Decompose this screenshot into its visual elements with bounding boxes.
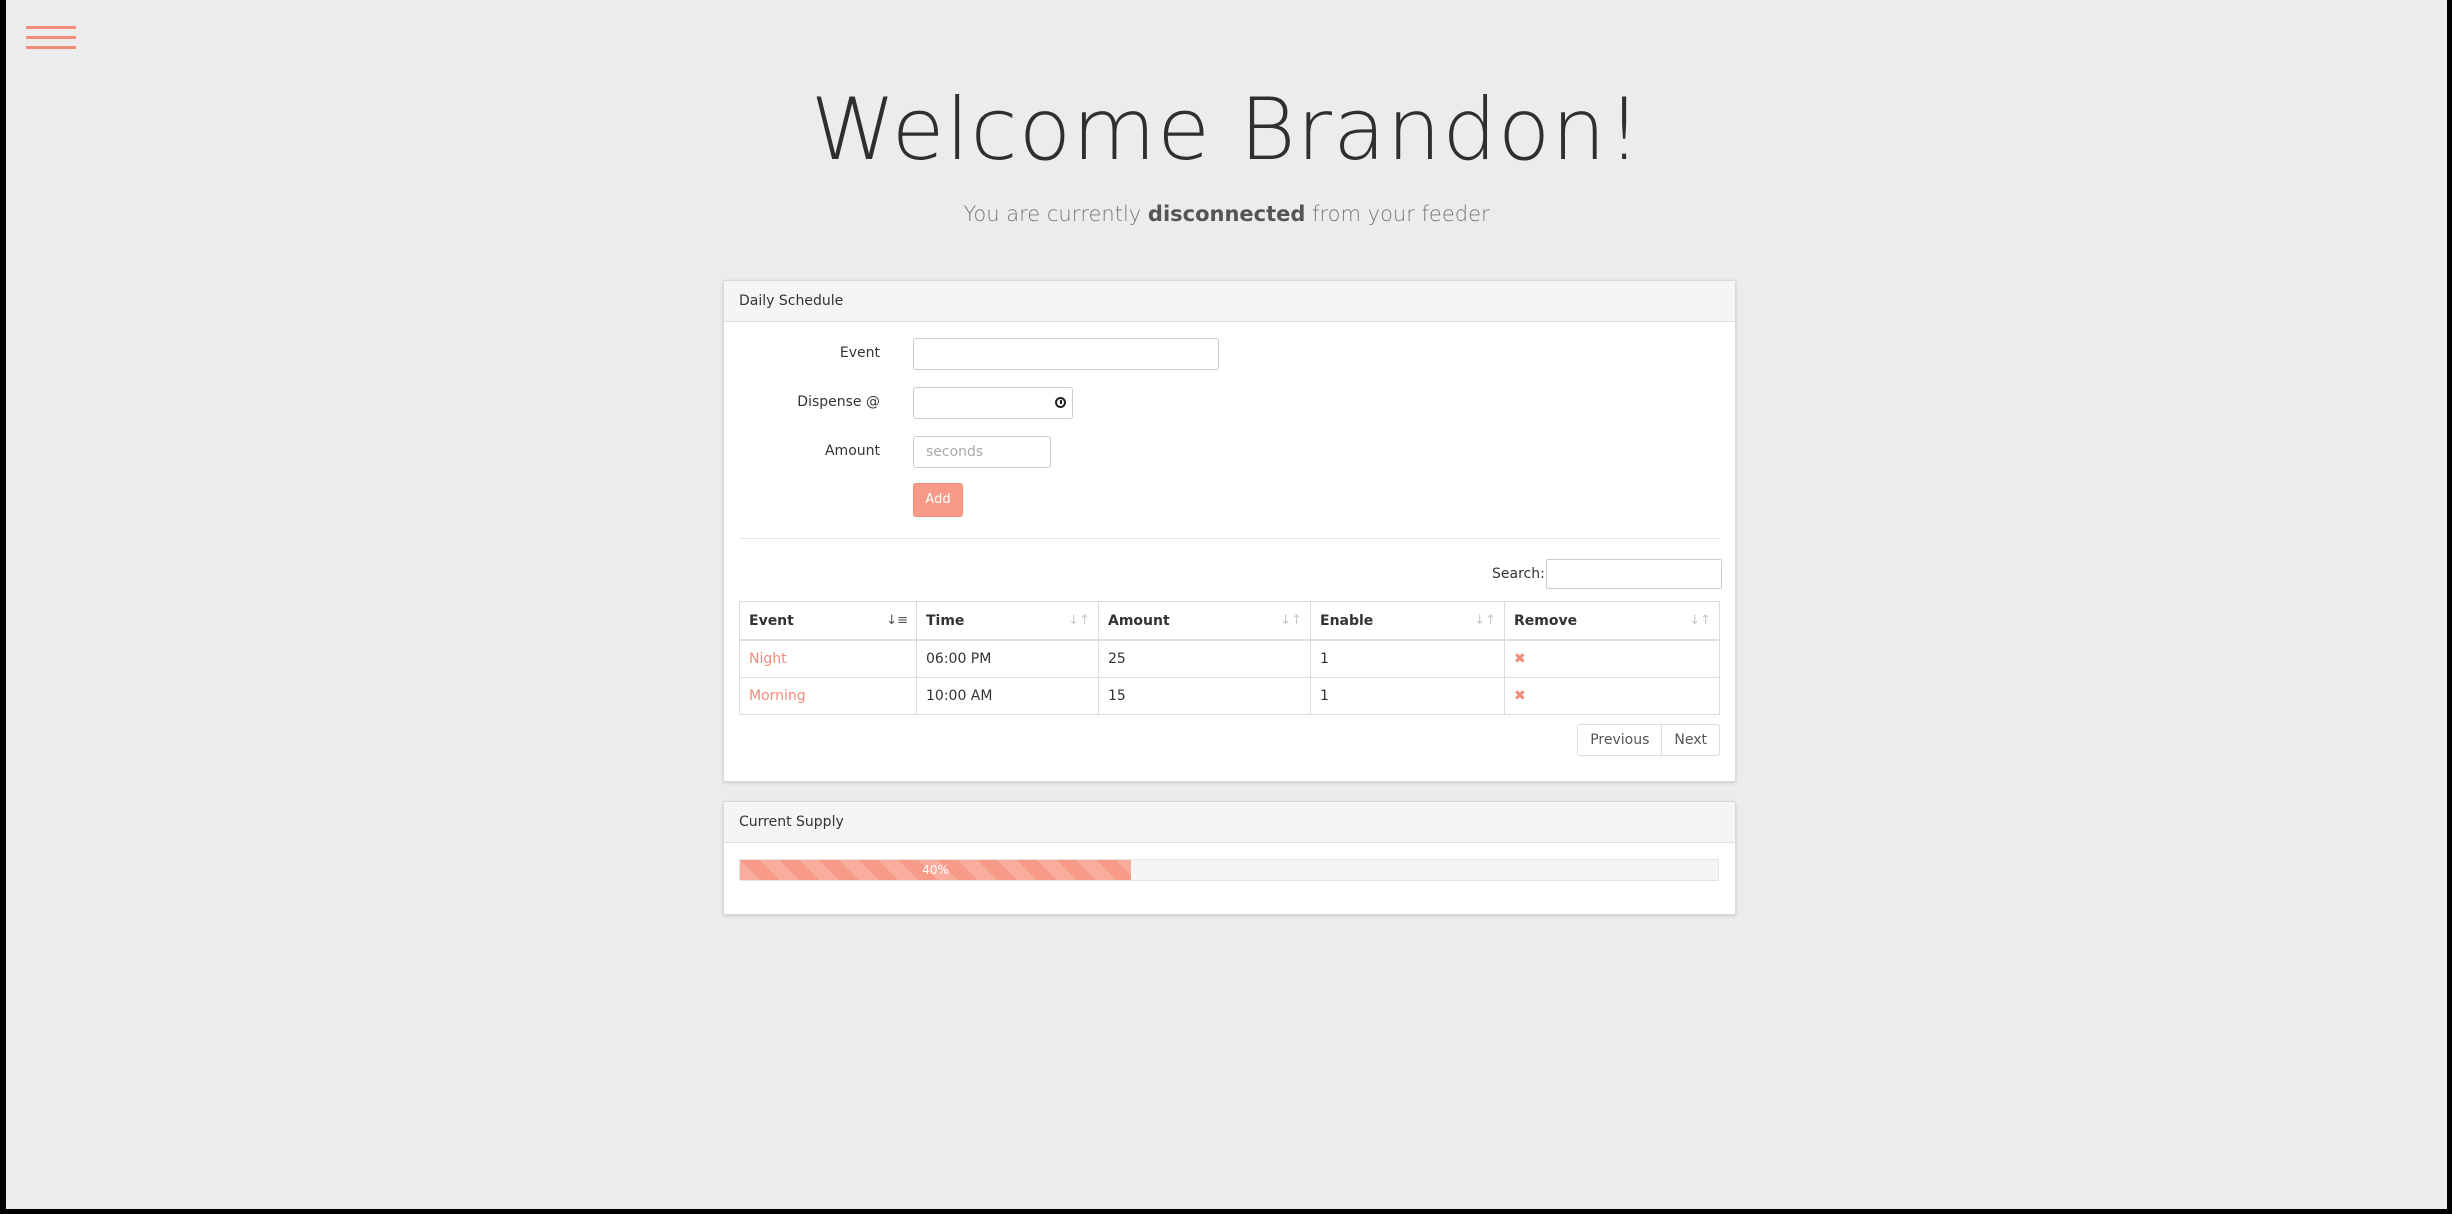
enable-cell: 1: [1310, 639, 1505, 678]
event-label: Event: [839, 345, 880, 361]
remove-cell: ✖: [1504, 639, 1720, 678]
event-cell[interactable]: Night: [739, 639, 917, 678]
event-link[interactable]: Night: [749, 651, 787, 667]
enable-cell: 1: [1310, 677, 1505, 715]
event-input[interactable]: [913, 338, 1219, 370]
supply-progress: 40%: [739, 859, 1719, 881]
sort-asc-icon: ↓≡: [886, 613, 908, 628]
column-header-time[interactable]: Time ↓↑: [916, 601, 1099, 641]
remove-x-icon[interactable]: ✖: [1514, 651, 1526, 667]
current-supply-panel: Current Supply 40%: [723, 801, 1736, 915]
schedule-table: Event ↓≡ Time ↓↑ Amount ↓↑ Enable ↓↑ Remove ↓…: [739, 601, 1720, 715]
dispense-label: Dispense @: [797, 394, 880, 410]
search-label: Search:: [1492, 566, 1545, 582]
connection-status-text: You are currently disconnected from your…: [963, 202, 1490, 226]
dispense-time-input[interactable]: [913, 387, 1073, 419]
table-row: Morning 10:00 AM 15 1 ✖: [739, 677, 1720, 715]
remove-x-icon[interactable]: ✖: [1514, 688, 1526, 704]
table-header-row: Event ↓≡ Time ↓↑ Amount ↓↑ Enable ↓↑ Remove ↓…: [739, 601, 1720, 641]
add-button[interactable]: Add: [913, 483, 963, 517]
time-cell: 10:00 AM: [916, 677, 1099, 715]
event-link[interactable]: Morning: [749, 688, 806, 704]
sort-icon: ↓↑: [1280, 613, 1302, 628]
supply-progress-bar: 40%: [740, 860, 1132, 880]
sort-icon: ↓↑: [1068, 613, 1090, 628]
column-header-remove[interactable]: Remove ↓↑: [1504, 601, 1720, 641]
hamburger-menu-icon[interactable]: [26, 26, 78, 52]
sort-icon: ↓↑: [1689, 613, 1711, 628]
amount-row: Amount seconds: [724, 436, 1735, 470]
sort-icon: ↓↑: [1474, 613, 1496, 628]
dispense-row: Dispense @: [724, 387, 1735, 421]
next-button[interactable]: Next: [1662, 724, 1720, 756]
column-header-amount[interactable]: Amount ↓↑: [1098, 601, 1311, 641]
daily-schedule-panel: Daily Schedule Event Dispense @ Amount s…: [723, 280, 1736, 782]
table-row: Night 06:00 PM 25 1 ✖: [739, 639, 1720, 678]
search-input[interactable]: [1546, 559, 1722, 589]
app-viewport: Welcome Brandon! You are currently disco…: [6, 0, 2447, 1209]
event-row: Event: [724, 338, 1735, 372]
amount-cell: 15: [1098, 677, 1311, 715]
connection-status: disconnected: [1147, 202, 1306, 226]
column-header-event[interactable]: Event ↓≡: [739, 601, 917, 641]
amount-label: Amount: [824, 443, 880, 459]
clock-icon[interactable]: [1055, 397, 1066, 408]
remove-cell: ✖: [1504, 677, 1720, 715]
amount-cell: 25: [1098, 639, 1311, 678]
amount-input[interactable]: seconds: [913, 436, 1051, 468]
event-cell[interactable]: Morning: [739, 677, 917, 715]
pagination: Previous Next: [1577, 724, 1720, 756]
previous-button[interactable]: Previous: [1577, 724, 1663, 756]
page-title: Welcome Brandon!: [810, 80, 1643, 180]
panel-title: Current Supply: [724, 802, 1735, 843]
panel-title: Daily Schedule: [724, 281, 1735, 322]
column-header-enable[interactable]: Enable ↓↑: [1310, 601, 1505, 641]
time-cell: 06:00 PM: [916, 639, 1099, 678]
divider: [739, 538, 1720, 539]
